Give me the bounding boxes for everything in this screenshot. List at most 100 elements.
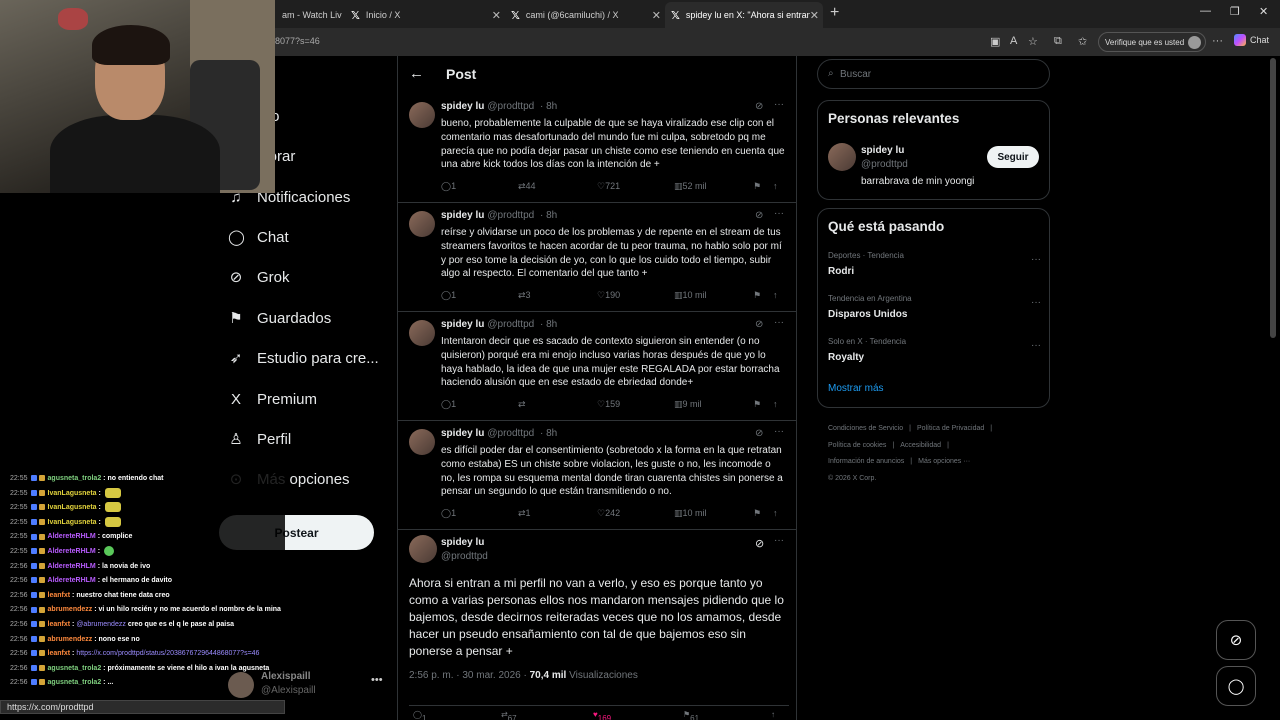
more-dots-icon[interactable]: ···	[1031, 254, 1041, 265]
bookmark-icon[interactable]: ⚑ 61	[683, 710, 699, 720]
window-close-icon[interactable]: ✕	[1259, 5, 1268, 18]
tab-kick[interactable]: am - Watch Liv	[276, 2, 344, 28]
avatar[interactable]	[409, 535, 437, 563]
avatar[interactable]	[828, 143, 856, 171]
repost-icon[interactable]: ⇄ 3	[518, 290, 531, 301]
trend-item[interactable]: Solo en X · Tendencia Royalty ···	[828, 337, 1041, 363]
new-tab-button[interactable]: +	[830, 4, 839, 22]
avatar[interactable]	[409, 320, 435, 346]
grok-icon[interactable]: ⊘	[755, 428, 763, 439]
author-handle[interactable]: @prodttpd	[487, 101, 534, 112]
chat-username[interactable]: AldereteRHLM	[48, 577, 96, 584]
menu-dots-icon[interactable]: ···	[1212, 35, 1223, 47]
like-icon[interactable]: ♡ 190	[597, 290, 620, 301]
messages-fab-icon[interactable]: ◯	[1216, 666, 1256, 706]
more-dots-icon[interactable]: ···	[1031, 297, 1041, 308]
like-icon[interactable]: ♡ 159	[597, 399, 620, 410]
author-handle[interactable]: @prodttpd	[487, 210, 534, 221]
bookmark-icon[interactable]: ⚑	[753, 290, 761, 301]
more-dots-icon[interactable]: ···	[774, 99, 784, 110]
account-switcher[interactable]: Alexispaill @Alexispaill •••	[228, 668, 388, 698]
chat-username[interactable]: leanfxt	[48, 592, 71, 599]
reply-icon[interactable]: ◯ 1	[413, 710, 426, 720]
author-name[interactable]: spidey lu	[441, 319, 484, 330]
show-more-link[interactable]: Mostrar más	[828, 383, 884, 394]
chat-username[interactable]: agusneta_trola2	[48, 475, 102, 482]
author-name[interactable]: spidey lu	[441, 101, 484, 112]
grok-icon[interactable]: ⊘	[755, 101, 763, 112]
tab-close-icon[interactable]: ✕	[492, 9, 501, 22]
chat-username[interactable]: IvanLagusneta	[48, 504, 97, 511]
footer-link[interactable]: Información de anuncios	[828, 458, 904, 465]
grok-fab-icon[interactable]: ⊘	[1216, 620, 1256, 660]
url-field[interactable]: 8077?s=46	[275, 36, 320, 46]
more-dots-icon[interactable]: ···	[774, 535, 784, 546]
footer-link[interactable]: Política de Privacidad	[917, 425, 984, 432]
footer-link[interactable]: Condiciones de Servicio	[828, 425, 903, 432]
follow-button[interactable]: Seguir	[987, 146, 1039, 168]
grok-icon[interactable]: ⊘	[755, 537, 764, 550]
author-name[interactable]: spidey lu	[441, 210, 484, 221]
nav-profile[interactable]: ♙ Perfil	[228, 424, 291, 454]
trend-item[interactable]: Deportes · Tendencia Rodri ···	[828, 251, 1041, 277]
views-icon[interactable]: ▥ 9 mil	[674, 399, 702, 410]
share-icon[interactable]: ↑	[773, 290, 778, 300]
tab-spidey-post[interactable]: 𝕏 spidey lu en X: "Ahora si entran a ✕	[665, 2, 823, 28]
minimize-icon[interactable]: —	[1200, 5, 1211, 17]
split-screen-icon[interactable]: ▣	[990, 35, 1000, 48]
search-input[interactable]: ⌕ Buscar	[817, 59, 1050, 89]
reply-post[interactable]: spidey lu @prodttpd · 8h ⊘ ··· Intentaron de…	[398, 312, 796, 421]
views-icon[interactable]: ▥ 52 mil	[674, 181, 707, 192]
chat-username[interactable]: AldereteRHLM	[48, 563, 96, 570]
author-handle[interactable]: @prodttpd	[487, 428, 534, 439]
reply-icon[interactable]: ◯ 1	[441, 508, 456, 519]
author-handle[interactable]: @prodttpd	[487, 319, 534, 330]
reply-post[interactable]: spidey lu @prodttpd · 8h ⊘ ··· es difícil po…	[398, 421, 796, 530]
back-arrow-icon[interactable]: ←	[409, 65, 424, 82]
tab-close-icon[interactable]: ✕	[652, 9, 661, 22]
bookmark-icon[interactable]: ⚑	[753, 181, 761, 192]
chat-username[interactable]: leanfxt	[48, 650, 71, 657]
bookmark-icon[interactable]: ⚑	[753, 399, 761, 410]
repost-icon[interactable]: ⇄ 1	[518, 508, 531, 519]
chat-mention[interactable]: @abrumendezz	[76, 621, 126, 628]
chat-username[interactable]: AldereteRHLM	[48, 533, 96, 540]
chat-username[interactable]: abrumendezz	[48, 636, 93, 643]
chat-username[interactable]: IvanLagusneta	[48, 519, 97, 526]
nav-premium[interactable]: X Premium	[228, 384, 317, 414]
reply-post[interactable]: spidey lu @prodttpd · 8h ⊘ ··· reírse y olvi…	[398, 203, 796, 312]
person-handle[interactable]: @prodttpd	[861, 159, 908, 170]
repost-icon[interactable]: ⇄ 44	[518, 181, 536, 192]
chat-link[interactable]: https://x.com/prodttpd/status/2038676729…	[76, 650, 259, 657]
maximize-icon[interactable]: ❐	[1230, 5, 1240, 18]
footer-link[interactable]: Política de cookies	[828, 442, 886, 449]
author-name[interactable]: spidey lu	[441, 428, 484, 439]
more-dots-icon[interactable]: •••	[371, 674, 383, 686]
tab-close-icon[interactable]: ✕	[810, 9, 819, 22]
reply-icon[interactable]: ◯ 1	[441, 399, 456, 410]
chat-username[interactable]: leanfxt	[48, 621, 71, 628]
reply-icon[interactable]: ◯ 1	[441, 290, 456, 301]
share-icon[interactable]: ↑	[773, 399, 778, 409]
share-icon[interactable]: ↑	[771, 710, 775, 719]
copilot-chat-button[interactable]: Chat	[1234, 34, 1269, 46]
views-icon[interactable]: ▥ 10 mil	[674, 290, 707, 301]
share-icon[interactable]: ↑	[773, 181, 778, 191]
favorites-icon[interactable]: ✩	[1078, 35, 1087, 48]
more-dots-icon[interactable]: ···	[774, 208, 784, 219]
reply-icon[interactable]: ◯ 1	[441, 181, 456, 192]
read-aloud-icon[interactable]: A	[1010, 35, 1017, 47]
chat-username[interactable]: agusneta_trola2	[48, 665, 102, 672]
extensions-icon[interactable]: ⧉	[1054, 35, 1062, 48]
more-dots-icon[interactable]: ···	[774, 317, 784, 328]
avatar[interactable]	[409, 102, 435, 128]
footer-link[interactable]: Más opciones ···	[918, 458, 970, 465]
nav-chat[interactable]: ◯ Chat	[228, 222, 289, 252]
footer-link[interactable]: © 2026 X Corp.	[828, 475, 876, 482]
share-icon[interactable]: ↑	[773, 508, 778, 518]
views-icon[interactable]: ▥ 10 mil	[674, 508, 707, 519]
favorite-star-icon[interactable]: ☆	[1028, 35, 1038, 48]
author-handle[interactable]: @prodttpd	[441, 551, 488, 562]
more-dots-icon[interactable]: ···	[1031, 340, 1041, 351]
person-name[interactable]: spidey lu	[861, 145, 904, 156]
